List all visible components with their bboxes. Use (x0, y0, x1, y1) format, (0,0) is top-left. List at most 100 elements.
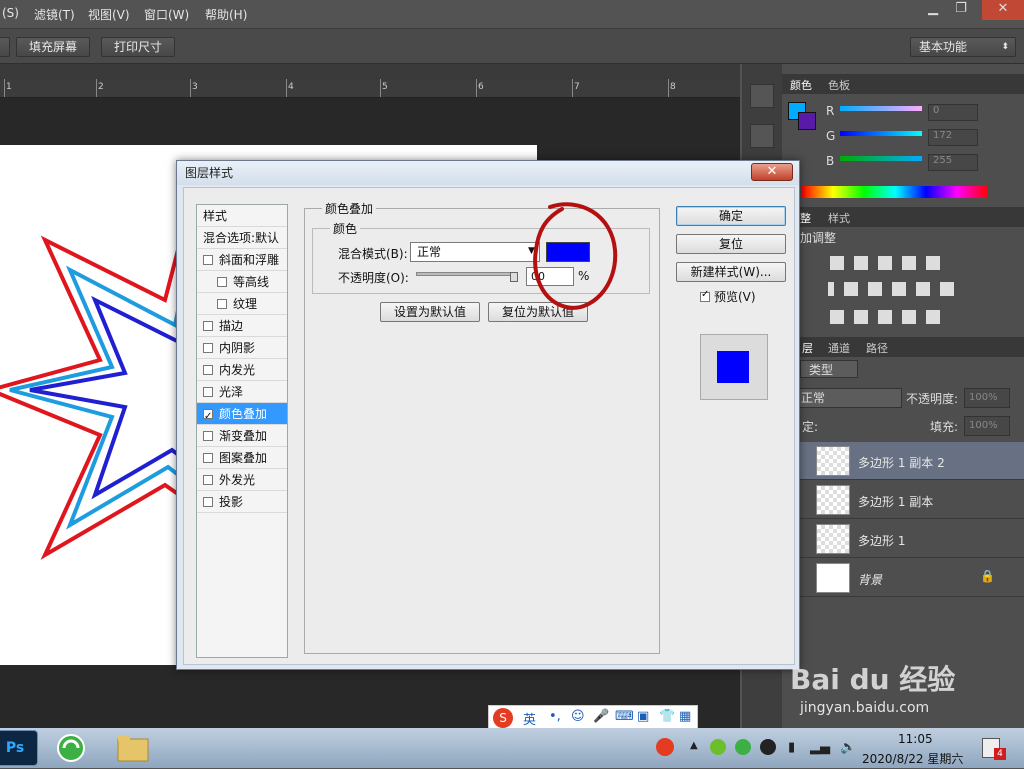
inner-glow-checkbox[interactable] (203, 365, 213, 375)
menu-filter[interactable]: 滤镜(T) (34, 6, 75, 23)
style-item-satin[interactable]: 光泽 (197, 381, 287, 403)
layer-fill-label: 填充: (930, 420, 959, 434)
style-item-pattern-overlay[interactable]: 图案叠加 (197, 447, 287, 469)
layer-blend-select[interactable]: 正常 (796, 388, 902, 408)
workspace-select[interactable]: 基本功能 ⬍ (910, 37, 1016, 57)
style-item-bevel[interactable]: 斜面和浮雕 (197, 249, 287, 271)
stroke-checkbox[interactable] (203, 321, 213, 331)
style-item-contour[interactable]: 等高线 (197, 271, 287, 293)
skin-icon[interactable]: 👕 (659, 709, 675, 724)
keyboard-icon[interactable]: ⌨ (615, 709, 634, 724)
fill-screen-button[interactable]: 填充屏幕 (16, 37, 90, 57)
close-window-button[interactable]: ✕ (982, 0, 1024, 20)
menu-view[interactable]: 视图(V) (88, 6, 130, 23)
color-overlay-checkbox[interactable] (203, 406, 213, 428)
grid-icon[interactable]: ▦ (679, 709, 691, 724)
tab-adjustments[interactable]: 整 (800, 210, 811, 226)
browser-taskbar-button[interactable] (48, 730, 94, 766)
preview-checkbox[interactable] (700, 289, 710, 302)
minimize-button[interactable]: ▁ (918, 0, 948, 20)
print-size-button[interactable]: 打印尺寸 (101, 37, 175, 57)
style-item-stroke[interactable]: 描边 (197, 315, 287, 337)
style-item-color-overlay[interactable]: 颜色叠加 (197, 403, 287, 428)
layer-fill-input[interactable]: 100% (964, 416, 1010, 436)
device-icon[interactable]: ▮ (788, 740, 795, 755)
inner-shadow-checkbox[interactable] (203, 343, 213, 353)
tab-color[interactable]: 颜色 (790, 77, 812, 93)
sogou-icon[interactable]: S (493, 708, 513, 728)
channel-b-slider[interactable] (840, 156, 922, 161)
ok-button[interactable]: 确定 (676, 206, 786, 226)
style-item-texture[interactable]: 纹理 (197, 293, 287, 315)
channel-b-input[interactable]: 255 (928, 154, 978, 171)
texture-checkbox[interactable] (217, 299, 227, 309)
outer-glow-checkbox[interactable] (203, 475, 213, 485)
tray-icon-browser[interactable] (735, 739, 751, 755)
tab-paths[interactable]: 路径 (866, 340, 888, 356)
emoji-icon[interactable]: ☺ (571, 709, 585, 724)
history-icon[interactable] (750, 84, 774, 108)
style-item-gradient-overlay[interactable]: 渐变叠加 (197, 425, 287, 447)
layer-row[interactable]: 背景 🔒 (782, 559, 1024, 597)
channel-r-input[interactable]: 0 (928, 104, 978, 121)
reset-button[interactable]: 复位 (676, 234, 786, 254)
network-icon[interactable]: ▂▄ (810, 740, 830, 755)
dialog-close-button[interactable]: ✕ (751, 163, 793, 181)
opacity-slider[interactable] (416, 272, 516, 276)
bevel-checkbox[interactable] (203, 255, 213, 265)
tray-expand-icon[interactable]: ▲ (690, 740, 698, 751)
options-button-partial[interactable] (0, 37, 10, 57)
restore-button[interactable]: ❐ (946, 0, 976, 20)
toolbox-icon[interactable]: ▣ (637, 709, 649, 724)
photoshop-taskbar-button[interactable]: Ps (0, 730, 38, 766)
layer-row[interactable]: 多边形 1 副本 2 (782, 442, 1024, 480)
satin-checkbox[interactable] (203, 387, 213, 397)
styles-header[interactable]: 样式 (197, 205, 287, 227)
channel-r-slider[interactable] (840, 106, 922, 111)
explorer-taskbar-button[interactable] (110, 730, 156, 766)
layer-row[interactable]: 多边形 1 (782, 520, 1024, 558)
style-item-inner-shadow[interactable]: 内阴影 (197, 337, 287, 359)
clock-time[interactable]: 11:05 (898, 732, 933, 746)
tab-styles[interactable]: 样式 (828, 210, 850, 226)
lock-icon: 🔒 (980, 569, 995, 583)
color-spectrum-bar[interactable] (802, 186, 988, 198)
pattern-overlay-checkbox[interactable] (203, 453, 213, 463)
volume-icon[interactable]: 🔊 (840, 740, 856, 755)
workspace-label: 基本功能 (919, 40, 968, 54)
new-style-button[interactable]: 新建样式(W)... (676, 262, 786, 282)
channel-g-slider[interactable] (840, 131, 922, 136)
tab-layers[interactable]: 层 (802, 340, 813, 356)
document-tab-strip (0, 64, 740, 80)
style-item-drop-shadow[interactable]: 投影 (197, 491, 287, 513)
tab-channels[interactable]: 通道 (828, 340, 850, 356)
ime-toolbar[interactable]: S 英 •, ☺ 🎤 ⌨ ▣ 👕 ▦ (488, 705, 698, 729)
style-item-label: 内发光 (219, 363, 256, 377)
channel-g-input[interactable]: 172 (928, 129, 978, 146)
background-color-swatch[interactable] (798, 112, 816, 130)
sogou-tray-icon[interactable] (656, 738, 674, 756)
layer-opacity-input[interactable]: 100% (964, 388, 1010, 408)
opacity-slider-thumb[interactable] (510, 272, 518, 282)
menu-select[interactable]: (S) (2, 6, 19, 20)
contour-checkbox[interactable] (217, 277, 227, 287)
ime-language[interactable]: 英 (523, 709, 536, 728)
blend-options-item[interactable]: 混合选项:默认 (197, 227, 287, 249)
actions-icon[interactable] (750, 124, 774, 148)
drop-shadow-checkbox[interactable] (203, 497, 213, 507)
menu-help[interactable]: 帮助(H) (205, 6, 247, 23)
menu-window[interactable]: 窗口(W) (144, 6, 189, 23)
adjustment-icons-grid[interactable] (820, 254, 978, 326)
set-default-button[interactable]: 设置为默认值 (380, 302, 480, 322)
tray-icon-green[interactable] (710, 739, 726, 755)
style-item-outer-glow[interactable]: 外发光 (197, 469, 287, 491)
microphone-icon[interactable]: 🎤 (593, 709, 609, 724)
qq-icon[interactable] (760, 739, 776, 755)
punctuation-icon[interactable]: •, (549, 709, 561, 724)
clock-date[interactable]: 2020/8/22 星期六 (862, 750, 963, 767)
layer-filter-select[interactable]: 类型 (800, 360, 858, 378)
gradient-overlay-checkbox[interactable] (203, 431, 213, 441)
layer-row[interactable]: 多边形 1 副本 (782, 481, 1024, 519)
tab-swatches[interactable]: 色板 (828, 77, 850, 93)
style-item-inner-glow[interactable]: 内发光 (197, 359, 287, 381)
